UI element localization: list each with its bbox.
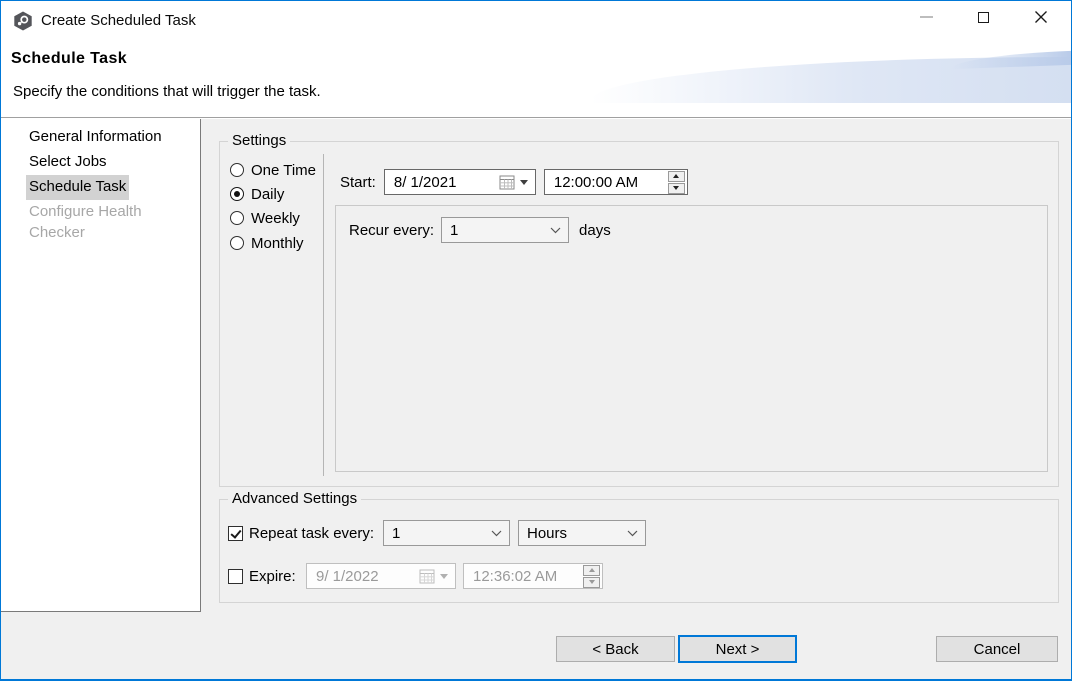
sidebar-item-select-jobs[interactable]: Select Jobs [26, 150, 110, 175]
expire-date-value: 9/ 1/2022 [307, 568, 379, 585]
repeat-unit-value: Hours [519, 525, 567, 542]
time-up-button [583, 565, 600, 576]
start-time-spinner[interactable]: 12:00:00 AM [544, 169, 688, 195]
radio-daily-icon [230, 187, 244, 201]
radio-daily[interactable]: Daily [230, 184, 284, 204]
recur-every-label: Recur every: [349, 222, 434, 239]
expire-time-spinner: 12:36:02 AM [463, 563, 603, 589]
radio-one-time-label: One Time [251, 162, 316, 179]
cancel-button[interactable]: Cancel [936, 636, 1058, 662]
recur-interval-dropdown[interactable]: 1 [441, 217, 569, 243]
minimize-button [903, 1, 949, 33]
radio-weekly-icon [230, 211, 244, 225]
wizard-body: General Information Select Jobs Schedule… [1, 119, 1071, 679]
repeat-task-checkbox[interactable] [228, 526, 243, 541]
radio-monthly-icon [230, 236, 244, 250]
sidebar-item-general-information[interactable]: General Information [26, 125, 165, 150]
window-title: Create Scheduled Task [41, 12, 196, 29]
chevron-down-icon [627, 530, 638, 537]
advanced-settings-group-label: Advanced Settings [228, 490, 361, 507]
expire-checkbox[interactable] [228, 569, 243, 584]
date-dropdown-icon [440, 574, 448, 579]
page-subtitle: Specify the conditions that will trigger… [13, 83, 321, 100]
settings-divider [323, 154, 324, 476]
recur-unit-label: days [579, 222, 611, 239]
radio-one-time-icon [230, 163, 244, 177]
time-down-button[interactable] [668, 183, 685, 194]
radio-weekly[interactable]: Weekly [230, 208, 300, 228]
page-title: Schedule Task [11, 50, 127, 68]
sidebar-item-configure-health-checker: Configure Health Checker [26, 200, 200, 225]
start-date-picker[interactable]: 8/ 1/2021 [384, 169, 536, 195]
maximize-icon [978, 12, 989, 23]
create-scheduled-task-dialog: Create Scheduled Task Schedule Task Spec… [0, 0, 1072, 681]
start-label: Start: [340, 174, 376, 191]
radio-daily-label: Daily [251, 186, 284, 203]
next-button[interactable]: Next > [678, 635, 797, 663]
arrow-up-icon [673, 174, 679, 178]
titlebar: Create Scheduled Task [1, 1, 1071, 41]
radio-monthly-label: Monthly [251, 235, 304, 252]
chevron-down-icon [491, 530, 502, 537]
settings-group: Settings One Time Daily Weekly Monthly S… [219, 141, 1059, 487]
close-icon [1034, 10, 1048, 24]
repeat-interval-dropdown[interactable]: 1 [383, 520, 510, 546]
time-up-button[interactable] [668, 171, 685, 182]
close-button[interactable] [1018, 1, 1064, 33]
settings-group-label: Settings [228, 132, 290, 149]
advanced-settings-group: Advanced Settings Repeat task every: 1 H… [219, 499, 1059, 603]
arrow-down-icon [589, 580, 595, 584]
radio-one-time[interactable]: One Time [230, 160, 316, 180]
repeat-unit-dropdown[interactable]: Hours [518, 520, 646, 546]
start-time-value: 12:00:00 AM [545, 174, 638, 191]
repeat-task-label: Repeat task every: [249, 525, 374, 542]
radio-weekly-label: Weekly [251, 210, 300, 227]
maximize-button[interactable] [960, 1, 1006, 33]
date-dropdown-icon [520, 180, 528, 185]
arrow-up-icon [589, 568, 595, 572]
radio-monthly[interactable]: Monthly [230, 233, 304, 253]
expire-date-picker: 9/ 1/2022 [306, 563, 456, 589]
wizard-steps-sidebar: General Information Select Jobs Schedule… [1, 119, 201, 612]
chevron-down-icon [550, 227, 561, 234]
minimize-icon [920, 16, 933, 18]
expire-label: Expire: [249, 568, 296, 585]
calendar-icon [499, 175, 515, 190]
recur-interval-value: 1 [442, 222, 458, 239]
expire-time-value: 12:36:02 AM [464, 568, 557, 585]
back-button[interactable]: < Back [556, 636, 675, 662]
sidebar-item-schedule-task[interactable]: Schedule Task [26, 175, 129, 200]
arrow-down-icon [673, 186, 679, 190]
time-down-button [583, 577, 600, 588]
wizard-header: Schedule Task Specify the conditions tha… [1, 41, 1071, 118]
repeat-interval-value: 1 [384, 525, 400, 542]
start-date-value: 8/ 1/2021 [385, 174, 457, 191]
daily-options-panel: Recur every: 1 days [335, 205, 1048, 472]
app-logo-icon [13, 11, 33, 31]
calendar-icon [419, 569, 435, 584]
